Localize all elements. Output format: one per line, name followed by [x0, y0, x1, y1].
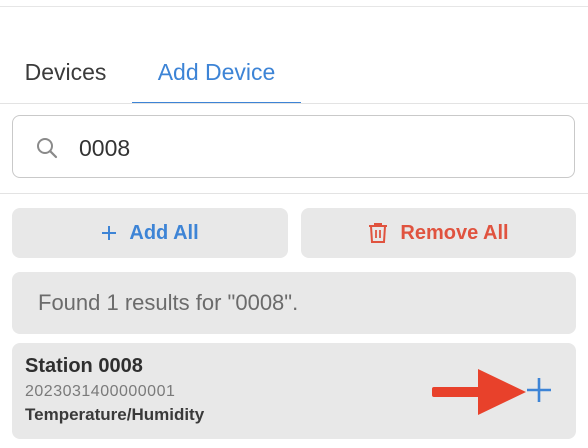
trash-icon [368, 222, 388, 244]
search-input[interactable] [77, 124, 561, 172]
search-result-message: Found 1 results for "0008". [12, 272, 576, 334]
section-divider [0, 193, 588, 194]
tab-bar: Devices Add Device [0, 40, 588, 104]
remove-all-button[interactable]: Remove All [301, 208, 576, 258]
tab-devices[interactable]: Devices [12, 40, 119, 104]
plus-icon [101, 225, 117, 241]
tab-add-device[interactable]: Add Device [132, 40, 301, 104]
plus-icon [527, 378, 551, 402]
search-icon [35, 136, 59, 160]
add-device-button[interactable] [524, 375, 554, 405]
arrow-right-icon [430, 365, 530, 419]
device-list-item: Station 0008 2023031400000001 Temperatur… [12, 343, 576, 439]
tab-divider [0, 103, 588, 104]
add-all-label: Add All [129, 221, 199, 244]
device-serial: 2023031400000001 [25, 383, 176, 400]
add-all-button[interactable]: Add All [12, 208, 288, 258]
device-name: Station 0008 [25, 355, 143, 377]
top-divider [0, 6, 588, 7]
search-box [12, 115, 575, 178]
device-type: Temperature/Humidity [25, 405, 205, 424]
remove-all-label: Remove All [400, 221, 509, 244]
